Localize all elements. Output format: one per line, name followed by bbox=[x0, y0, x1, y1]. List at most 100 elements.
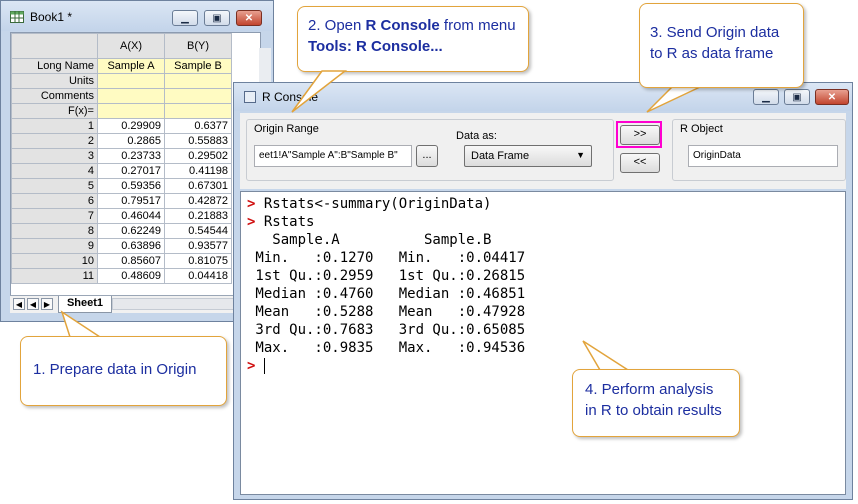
tab-next-button[interactable]: ▶ bbox=[41, 298, 53, 310]
table-row[interactable]: 2 0.2865 0.55883 bbox=[11, 133, 232, 149]
table-row[interactable]: Comments bbox=[11, 88, 232, 104]
cell-b[interactable]: 0.29502 bbox=[164, 148, 232, 164]
cell-a[interactable]: 0.46044 bbox=[97, 208, 165, 224]
cell-b[interactable]: 0.55883 bbox=[164, 133, 232, 149]
minimize-button[interactable]: ▁ bbox=[753, 89, 779, 105]
table-row[interactable]: 8 0.62249 0.54544 bbox=[11, 223, 232, 239]
row-header[interactable]: 8 bbox=[11, 223, 98, 239]
cell-b[interactable]: 0.67301 bbox=[164, 178, 232, 194]
origin-range-input[interactable]: eet1!A"Sample A":B"Sample B" bbox=[254, 145, 412, 167]
table-row[interactable]: Long Name Sample A Sample B bbox=[11, 58, 232, 74]
table-row[interactable]: Units bbox=[11, 73, 232, 89]
row-header[interactable]: Units bbox=[11, 73, 98, 89]
cell-b[interactable] bbox=[164, 103, 232, 119]
chevron-down-icon: ▼ bbox=[576, 150, 585, 160]
close-button[interactable]: ✕ bbox=[236, 10, 262, 26]
tab-prev-button[interactable]: ◀ bbox=[27, 298, 39, 310]
console-text: Sample.A Sample.B bbox=[247, 232, 543, 248]
cell-a[interactable] bbox=[97, 103, 165, 119]
book1-titlebar[interactable]: Book1 * ▁ ▣ ✕ bbox=[1, 1, 273, 31]
cell-b[interactable]: Sample B bbox=[164, 58, 232, 74]
worksheet-grid[interactable]: A(X) B(Y) Long Name Sample A Sample B Units… bbox=[10, 32, 261, 297]
console-line: 1st Qu.:0.2959 1st Qu.:0.26815 bbox=[247, 268, 542, 284]
maximize-icon: ▣ bbox=[792, 91, 802, 103]
console-text: Rstats<-summary(OriginData) bbox=[263, 196, 492, 212]
console-text: Min. :0.1270 Min. :0.04417 bbox=[247, 250, 543, 266]
cell-a[interactable]: 0.23733 bbox=[97, 148, 165, 164]
tab-sheet1[interactable]: Sheet1 bbox=[58, 296, 112, 313]
cell-b[interactable] bbox=[164, 73, 232, 89]
table-row[interactable]: 9 0.63896 0.93577 bbox=[11, 238, 232, 254]
data-as-select[interactable]: Data Frame ▼ bbox=[464, 145, 592, 167]
console-line: Min. :0.1270 Min. :0.04417 bbox=[247, 250, 542, 266]
table-row[interactable]: 1 0.29909 0.6377 bbox=[11, 118, 232, 134]
data-as-label: Data as: bbox=[456, 130, 497, 142]
cell-a[interactable] bbox=[97, 73, 165, 89]
table-row[interactable]: 6 0.79517 0.42872 bbox=[11, 193, 232, 209]
browse-range-button[interactable]: ... bbox=[416, 145, 438, 167]
cell-a[interactable]: 0.85607 bbox=[97, 253, 165, 269]
cell-b[interactable]: 0.41198 bbox=[164, 163, 232, 179]
table-row[interactable]: 4 0.27017 0.41198 bbox=[11, 163, 232, 179]
maximize-button[interactable]: ▣ bbox=[784, 89, 810, 105]
table-row[interactable]: 3 0.23733 0.29502 bbox=[11, 148, 232, 164]
cell-a[interactable]: 0.59356 bbox=[97, 178, 165, 194]
cell-b[interactable]: 0.6377 bbox=[164, 118, 232, 134]
corner-cell[interactable] bbox=[11, 33, 98, 59]
tab-first-button[interactable]: ◀ bbox=[13, 298, 25, 310]
row-header[interactable]: 4 bbox=[11, 163, 98, 179]
column-header-a[interactable]: A(X) bbox=[97, 33, 165, 59]
cell-b[interactable]: 0.81075 bbox=[164, 253, 232, 269]
r-object-input[interactable]: OriginData bbox=[688, 145, 838, 167]
send-button-highlight bbox=[616, 121, 662, 148]
row-header[interactable]: 6 bbox=[11, 193, 98, 209]
cell-b[interactable]: 0.04418 bbox=[164, 268, 232, 284]
table-row[interactable]: F(x)= bbox=[11, 103, 232, 119]
row-header[interactable]: 7 bbox=[11, 208, 98, 224]
row-header[interactable]: 5 bbox=[11, 178, 98, 194]
prompt-symbol: > bbox=[247, 196, 256, 212]
maximize-button[interactable]: ▣ bbox=[204, 10, 230, 26]
cell-b[interactable]: 0.21883 bbox=[164, 208, 232, 224]
cell-b[interactable] bbox=[164, 88, 232, 104]
close-button[interactable]: ✕ bbox=[815, 89, 849, 105]
close-icon: ✕ bbox=[827, 91, 837, 103]
row-header[interactable]: 2 bbox=[11, 133, 98, 149]
r-object-label: R Object bbox=[680, 123, 723, 135]
row-header[interactable]: 11 bbox=[11, 268, 98, 284]
callout-step2-text: 2. Open bbox=[308, 17, 366, 34]
cell-a[interactable] bbox=[97, 88, 165, 104]
console-input-line[interactable]: > bbox=[247, 358, 265, 374]
table-row[interactable]: 11 0.48609 0.04418 bbox=[11, 268, 232, 284]
table-row[interactable]: 5 0.59356 0.67301 bbox=[11, 178, 232, 194]
table-row[interactable]: 10 0.85607 0.81075 bbox=[11, 253, 232, 269]
cell-a[interactable]: 0.62249 bbox=[97, 223, 165, 239]
row-header[interactable]: 10 bbox=[11, 253, 98, 269]
cell-b[interactable]: 0.42872 bbox=[164, 193, 232, 209]
row-header[interactable]: Comments bbox=[11, 88, 98, 104]
cell-b[interactable]: 0.93577 bbox=[164, 238, 232, 254]
minimize-button[interactable]: ▁ bbox=[172, 10, 198, 26]
cell-b[interactable]: 0.54544 bbox=[164, 223, 232, 239]
row-header[interactable]: Long Name bbox=[11, 58, 98, 74]
r-output-console[interactable]: > Rstats<-summary(OriginData) > Rstats Sa… bbox=[240, 191, 846, 495]
cell-a[interactable]: 0.48609 bbox=[97, 268, 165, 284]
cell-a[interactable]: Sample A bbox=[97, 58, 165, 74]
row-header[interactable]: 3 bbox=[11, 148, 98, 164]
book1-title: Book1 * bbox=[30, 10, 73, 24]
cell-a[interactable]: 0.29909 bbox=[97, 118, 165, 134]
send-to-origin-button[interactable]: << bbox=[620, 153, 660, 173]
text-cursor bbox=[263, 358, 265, 374]
callout-step3: 3. Send Origin data to R as data frame bbox=[639, 3, 804, 88]
column-header-b[interactable]: B(Y) bbox=[164, 33, 232, 59]
cell-a[interactable]: 0.2865 bbox=[97, 133, 165, 149]
row-header[interactable]: 9 bbox=[11, 238, 98, 254]
row-header[interactable]: 1 bbox=[11, 118, 98, 134]
console-line: > Rstats bbox=[247, 214, 314, 230]
table-row[interactable]: 7 0.46044 0.21883 bbox=[11, 208, 232, 224]
cell-a[interactable]: 0.63896 bbox=[97, 238, 165, 254]
cell-a[interactable]: 0.27017 bbox=[97, 163, 165, 179]
row-header[interactable]: F(x)= bbox=[11, 103, 98, 119]
worksheet-table[interactable]: A(X) B(Y) Long Name Sample A Sample B Units… bbox=[11, 33, 232, 284]
cell-a[interactable]: 0.79517 bbox=[97, 193, 165, 209]
